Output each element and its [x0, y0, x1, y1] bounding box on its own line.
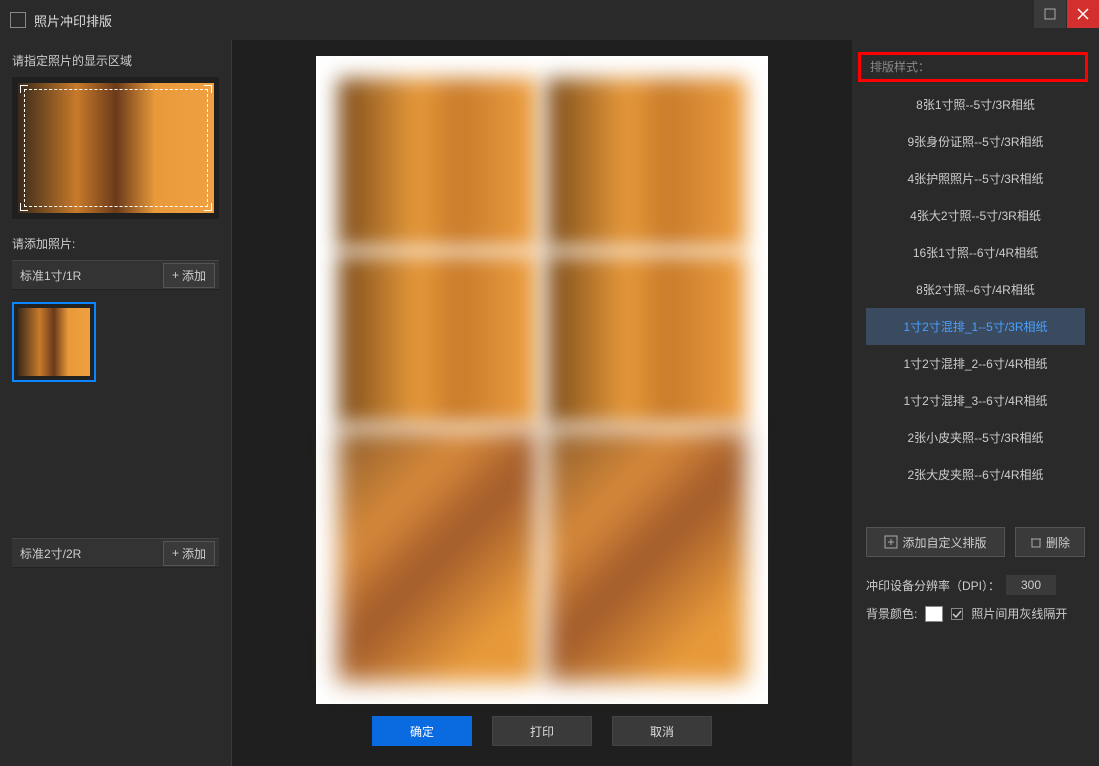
- photo-thumbnail[interactable]: [12, 302, 96, 382]
- layout-item[interactable]: 8张1寸照--5寸/3R相纸: [866, 86, 1085, 123]
- bg-color-label: 背景颜色:: [866, 605, 917, 622]
- layout-style-label: 排版样式：: [866, 54, 1085, 85]
- right-panel: 排版样式： 8张1寸照--5寸/3R相纸9张身份证照--5寸/3R相纸4张护照照…: [852, 40, 1099, 766]
- center-panel: 确定 打印 取消: [232, 40, 852, 766]
- add-custom-label: 添加自定义排版: [902, 534, 986, 551]
- size-row-1r: 标准1寸/1R + 添加: [12, 260, 219, 290]
- maximize-button[interactable]: [1034, 0, 1066, 28]
- add-custom-layout-button[interactable]: 添加自定义排版: [866, 527, 1005, 557]
- delete-label: 删除: [1046, 534, 1070, 551]
- add-layout-icon: [884, 535, 898, 549]
- preview-photo-1: [338, 78, 537, 248]
- center-button-row: 确定 打印 取消: [372, 716, 712, 746]
- separator-checkbox[interactable]: [951, 608, 963, 620]
- layout-item[interactable]: 2张小皮夹照--5寸/3R相纸: [866, 419, 1085, 456]
- add-photo-1r-button[interactable]: + 添加: [163, 263, 215, 288]
- dpi-input[interactable]: [1006, 575, 1056, 595]
- layout-style-list[interactable]: 8张1寸照--5寸/3R相纸9张身份证照--5寸/3R相纸4张护照照片--5寸/…: [866, 85, 1085, 515]
- confirm-button[interactable]: 确定: [372, 716, 472, 746]
- layout-item[interactable]: 1寸2寸混排_2--6寸/4R相纸: [866, 345, 1085, 382]
- close-button[interactable]: [1067, 0, 1099, 28]
- maximize-icon: [1044, 8, 1056, 20]
- layout-item[interactable]: 2张大皮夹照--6寸/4R相纸: [866, 456, 1085, 493]
- bg-color-swatch[interactable]: [925, 606, 943, 622]
- crop-handle-top-left[interactable]: [20, 85, 28, 93]
- crop-handle-top-right[interactable]: [204, 85, 212, 93]
- layout-item[interactable]: 8张2寸照--6寸/4R相纸: [866, 271, 1085, 308]
- plus-icon: +: [172, 268, 179, 282]
- thumb-area-1r: [12, 296, 219, 436]
- title-bar: 照片冲印排版: [0, 0, 1099, 40]
- trash-icon: [1030, 536, 1042, 548]
- add-btn-label: 添加: [182, 267, 206, 284]
- checkmark-icon: [952, 609, 962, 619]
- layout-action-row: 添加自定义排版 删除: [866, 527, 1085, 557]
- size-row-2r: 标准2寸/2R + 添加: [12, 538, 219, 568]
- window-title: 照片冲印排版: [34, 11, 112, 30]
- plus-icon: +: [172, 546, 179, 560]
- layout-item[interactable]: 1寸2寸混排_3--6寸/4R相纸: [866, 382, 1085, 419]
- crop-preview[interactable]: [18, 83, 214, 213]
- preview-photo-3: [338, 254, 537, 424]
- preview-photo-2: [547, 78, 746, 248]
- left-panel: 请指定照片的显示区域 请添加照片: 标准1寸/1R + 添加 标准2寸/2: [0, 40, 232, 766]
- photo-thumbnail-image: [18, 308, 90, 376]
- size-2r-label: 标准2寸/2R: [20, 545, 81, 562]
- size-1r-label: 标准1寸/1R: [20, 267, 81, 284]
- cancel-button[interactable]: 取消: [612, 716, 712, 746]
- close-icon: [1077, 8, 1089, 20]
- thumb-area-2r: [12, 574, 219, 754]
- layout-item[interactable]: 4张大2寸照--5寸/3R相纸: [866, 197, 1085, 234]
- crop-preview-container: [12, 77, 219, 219]
- preview-photo-5: [338, 430, 537, 682]
- crop-area-label: 请指定照片的显示区域: [12, 52, 219, 69]
- separator-label: 照片间用灰线隔开: [971, 605, 1067, 622]
- print-button[interactable]: 打印: [492, 716, 592, 746]
- layout-item[interactable]: 4张护照照片--5寸/3R相纸: [866, 160, 1085, 197]
- bg-row: 背景颜色: 照片间用灰线隔开: [866, 605, 1085, 622]
- add-photo-2r-button[interactable]: + 添加: [163, 541, 215, 566]
- layout-preview-page: [316, 56, 768, 704]
- add-btn-label: 添加: [182, 545, 206, 562]
- window-controls: [1033, 0, 1099, 28]
- dpi-row: 冲印设备分辨率（DPI）：: [866, 575, 1085, 595]
- delete-layout-button[interactable]: 删除: [1015, 527, 1085, 557]
- layout-item[interactable]: 9张身份证照--5寸/3R相纸: [866, 123, 1085, 160]
- layout-item[interactable]: 1寸2寸混排_1--5寸/3R相纸: [866, 308, 1085, 345]
- preview-photo-6: [547, 430, 746, 682]
- add-photo-label: 请添加照片:: [12, 235, 219, 252]
- app-icon: [10, 12, 26, 28]
- preview-photo-4: [547, 254, 746, 424]
- dpi-label: 冲印设备分辨率（DPI）：: [866, 577, 1000, 594]
- crop-handle-bottom-right[interactable]: [204, 203, 212, 211]
- crop-handle-bottom-left[interactable]: [20, 203, 28, 211]
- layout-item[interactable]: 16张1寸照--6寸/4R相纸: [866, 234, 1085, 271]
